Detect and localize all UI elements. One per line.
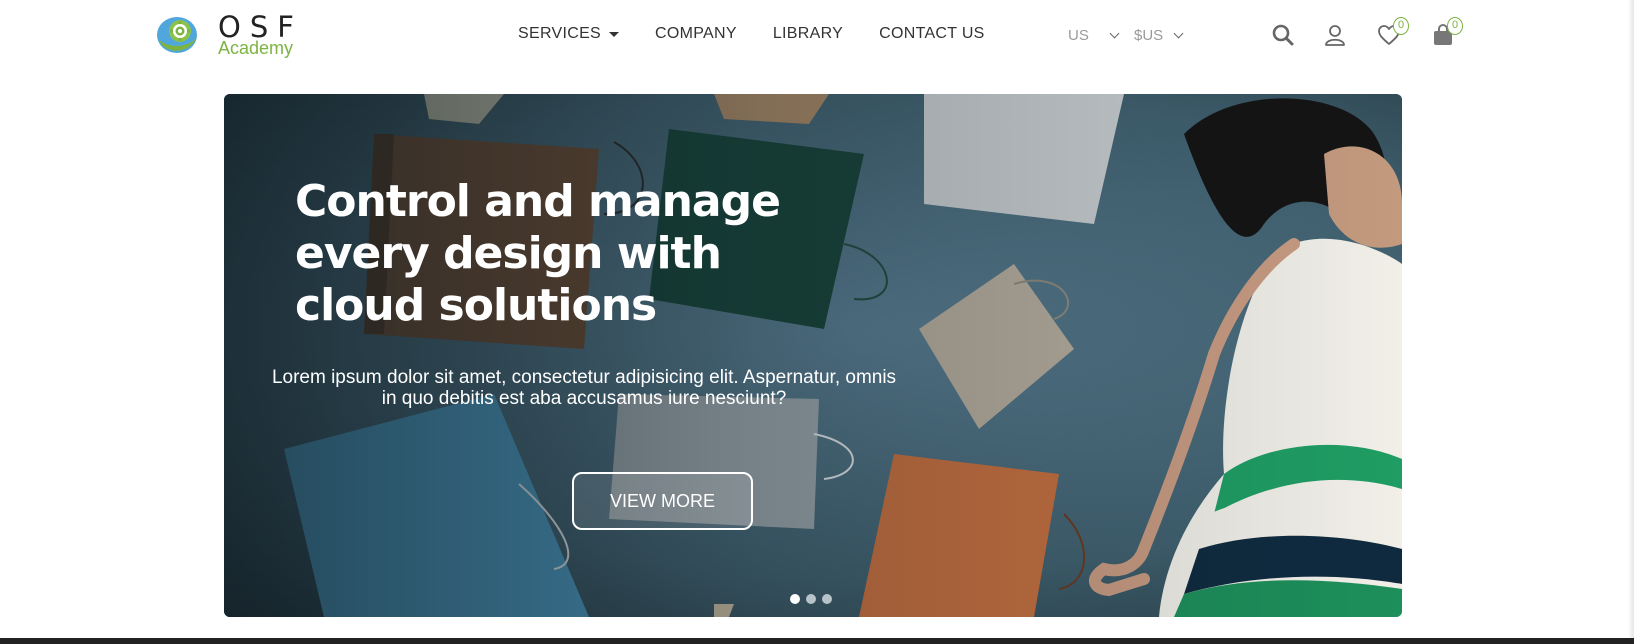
nav-item-label: COMPANY (655, 25, 737, 42)
slide-dot-3[interactable] (822, 594, 832, 604)
cart-button[interactable]: 0 (1428, 17, 1463, 50)
slide-dot-2[interactable] (806, 594, 816, 604)
site-header: OSF Academy SERVICES COMPANY LIBRARY CON… (0, 0, 1634, 70)
country-select[interactable]: US (1068, 24, 1120, 46)
search-icon (1272, 24, 1294, 46)
page-edge-shadow (1628, 0, 1634, 638)
nav-item-label: LIBRARY (772, 25, 844, 42)
caret-down-icon (609, 32, 620, 37)
nav-item-company[interactable]: COMPANY (655, 25, 737, 43)
gear-logo-icon (157, 17, 197, 53)
slide-dot-1[interactable] (790, 594, 800, 604)
cart-count-badge: 0 (1447, 17, 1463, 35)
user-icon (1325, 25, 1345, 46)
currency-select[interactable]: $US (1134, 24, 1184, 46)
wishlist-button[interactable]: 0 (1374, 17, 1409, 50)
slider-pagination (790, 594, 838, 604)
hero-background-image (224, 94, 1402, 617)
main-nav: SERVICES COMPANY LIBRARY CONTACT US (518, 22, 1021, 46)
chevron-down-icon (1173, 28, 1184, 38)
nav-item-services[interactable]: SERVICES (518, 25, 620, 43)
chevron-down-icon (1109, 28, 1120, 38)
hero-subtitle: Lorem ipsum dolor sit amet, consectetur … (271, 367, 897, 409)
search-button[interactable] (1268, 20, 1298, 50)
nav-item-label: SERVICES (518, 25, 602, 42)
brand-logo[interactable]: OSF Academy (156, 10, 316, 62)
nav-item-library[interactable]: LIBRARY (773, 25, 843, 43)
country-value: US (1068, 26, 1089, 44)
wishlist-count-badge: 0 (1393, 17, 1409, 35)
brand-subname: Academy (218, 38, 294, 58)
footer-edge (0, 638, 1634, 644)
account-button[interactable] (1320, 20, 1350, 50)
hero-title: Control and manage every design with clo… (295, 176, 781, 331)
currency-value: $US (1134, 26, 1164, 44)
nav-item-contact-us[interactable]: CONTACT US (879, 25, 985, 43)
view-more-button[interactable]: VIEW MORE (572, 472, 753, 530)
hero-slider: Control and manage every design with clo… (224, 94, 1402, 617)
nav-item-label: CONTACT US (879, 25, 985, 42)
